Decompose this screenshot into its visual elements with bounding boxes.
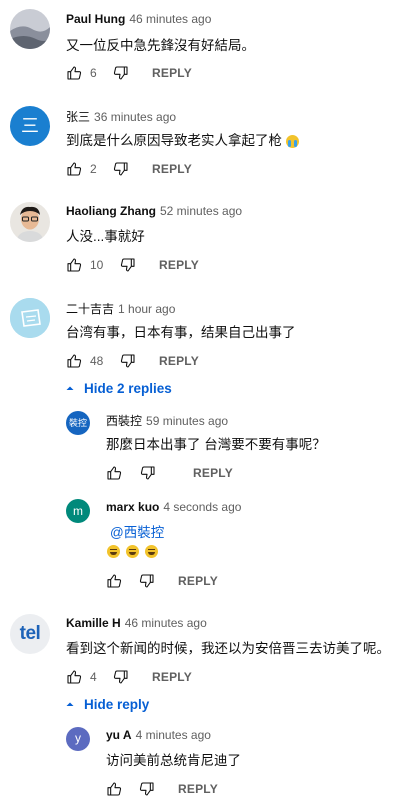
like-button[interactable] bbox=[66, 65, 82, 81]
comment-text: 又一位反中急先鋒沒有好結局。 bbox=[66, 38, 255, 53]
like-count: 4 bbox=[90, 670, 97, 684]
avatar-letter: 裝控 bbox=[68, 418, 87, 428]
dislike-button[interactable] bbox=[120, 353, 136, 369]
dislike-button[interactable] bbox=[139, 573, 155, 589]
reply-text: 访问美前总统肯尼迪了 bbox=[106, 753, 241, 768]
reply-text: 那麼日本出事了 台灣要不要有事呢？ bbox=[106, 437, 326, 452]
comment-time[interactable]: 36 minutes ago bbox=[94, 110, 176, 124]
dislike-button[interactable] bbox=[113, 161, 129, 177]
thumbs-down-icon bbox=[140, 466, 155, 480]
reply-author[interactable]: 西裝控 59 minutes ago bbox=[106, 412, 228, 429]
reply-button[interactable]: REPLY bbox=[152, 670, 192, 684]
like-button[interactable] bbox=[66, 353, 82, 369]
mention-link[interactable]: @西裝控 bbox=[110, 521, 164, 541]
like-button[interactable] bbox=[66, 669, 82, 685]
avatar[interactable] bbox=[10, 298, 50, 338]
chevron-up-icon bbox=[66, 702, 74, 706]
thumbs-up-icon bbox=[107, 466, 122, 480]
avatar-logo: tel bbox=[19, 623, 41, 644]
dislike-button[interactable] bbox=[139, 781, 155, 797]
reply-button[interactable]: REPLY bbox=[159, 258, 199, 272]
grinning-face-icon bbox=[126, 545, 139, 559]
thumbs-down-icon bbox=[113, 66, 128, 80]
reply-author[interactable]: yu A4 minutes ago bbox=[106, 728, 211, 742]
reply-button[interactable]: REPLY bbox=[159, 354, 199, 368]
reply-time[interactable]: 4 minutes ago bbox=[136, 728, 211, 742]
dislike-button[interactable] bbox=[113, 669, 129, 685]
drawing-avatar-icon bbox=[10, 298, 50, 338]
avatar[interactable] bbox=[10, 9, 50, 49]
reply-emojis bbox=[107, 543, 164, 561]
avatar[interactable]: 三 bbox=[10, 106, 50, 146]
like-count: 2 bbox=[90, 162, 97, 176]
avatar[interactable]: tel bbox=[10, 614, 50, 654]
thumbs-up-icon bbox=[107, 574, 122, 588]
comment-time[interactable]: 46 minutes ago bbox=[125, 616, 207, 630]
hide-reply-button[interactable]: Hide reply bbox=[64, 697, 149, 712]
like-button[interactable] bbox=[106, 465, 122, 481]
reply-button[interactable]: REPLY bbox=[193, 466, 233, 480]
comment-text: 到底是什么原因导致老实人拿起了枪 bbox=[66, 129, 299, 149]
thumbs-up-icon bbox=[67, 354, 82, 368]
thumbs-down-icon bbox=[120, 354, 135, 368]
grinning-face-icon bbox=[107, 545, 120, 559]
hide-replies-button[interactable]: Hide 2 replies bbox=[64, 381, 172, 396]
comment-author[interactable]: 二十吉吉 1 hour ago bbox=[66, 300, 175, 317]
chevron-up-icon bbox=[66, 386, 74, 390]
comment-author[interactable]: Kamille H 46 minutes ago bbox=[66, 616, 207, 630]
avatar[interactable]: 裝控 bbox=[66, 411, 90, 435]
thumbs-up-icon bbox=[67, 66, 82, 80]
like-button[interactable] bbox=[66, 161, 82, 177]
like-button[interactable] bbox=[106, 573, 122, 589]
reply-button[interactable]: REPLY bbox=[178, 574, 218, 588]
reply-author[interactable]: marx kuo 4 seconds ago bbox=[106, 500, 241, 514]
comment-time[interactable]: 46 minutes ago bbox=[129, 12, 211, 26]
avatar-photo-icon bbox=[10, 9, 50, 49]
avatar[interactable]: m bbox=[66, 499, 90, 523]
comment-author[interactable]: Haoliang Zhang 52 minutes ago bbox=[66, 204, 242, 218]
thumbs-down-icon bbox=[120, 258, 135, 272]
like-button[interactable] bbox=[66, 257, 82, 273]
like-button[interactable] bbox=[106, 781, 122, 797]
like-count: 6 bbox=[90, 66, 97, 80]
person-photo-icon bbox=[10, 202, 50, 242]
reply-time[interactable]: 4 seconds ago bbox=[163, 500, 241, 514]
avatar-letter: 三 bbox=[21, 116, 39, 136]
thumbs-down-icon bbox=[113, 162, 128, 176]
avatar-letter: m bbox=[73, 504, 83, 518]
avatar-letter: y bbox=[75, 731, 81, 745]
thumbs-down-icon bbox=[139, 782, 154, 796]
comment-text: 人没...事就好 bbox=[66, 229, 145, 244]
thumbs-up-icon bbox=[67, 670, 82, 684]
grinning-face-icon bbox=[145, 545, 158, 559]
like-count: 48 bbox=[90, 354, 104, 368]
thumbs-up-icon bbox=[67, 258, 82, 272]
thumbs-up-icon bbox=[107, 782, 122, 796]
like-count: 10 bbox=[90, 258, 104, 272]
dislike-button[interactable] bbox=[113, 65, 129, 81]
comment-time[interactable]: 52 minutes ago bbox=[160, 204, 242, 218]
avatar[interactable] bbox=[10, 202, 50, 242]
thumbs-down-icon bbox=[113, 670, 128, 684]
comment-author[interactable]: 张三 36 minutes ago bbox=[66, 108, 176, 125]
reply-time[interactable]: 59 minutes ago bbox=[146, 414, 228, 428]
dislike-button[interactable] bbox=[140, 465, 156, 481]
comment-text: 看到这个新闻的时候，我还以为安倍晋三去访美了呢。 bbox=[66, 641, 390, 656]
reply-button[interactable]: REPLY bbox=[152, 66, 192, 80]
comment-author[interactable]: Paul Hung 46 minutes ago bbox=[66, 12, 211, 26]
reply-button[interactable]: REPLY bbox=[178, 782, 218, 796]
reply-button[interactable]: REPLY bbox=[152, 162, 192, 176]
comment-time[interactable]: 1 hour ago bbox=[118, 302, 175, 316]
thumbs-down-icon bbox=[139, 574, 154, 588]
thumbs-up-icon bbox=[67, 162, 82, 176]
crying-face-icon bbox=[285, 134, 299, 148]
comment-text: 台湾有事，日本有事，结果自己出事了 bbox=[66, 325, 296, 340]
dislike-button[interactable] bbox=[120, 257, 136, 273]
avatar[interactable]: y bbox=[66, 727, 90, 751]
